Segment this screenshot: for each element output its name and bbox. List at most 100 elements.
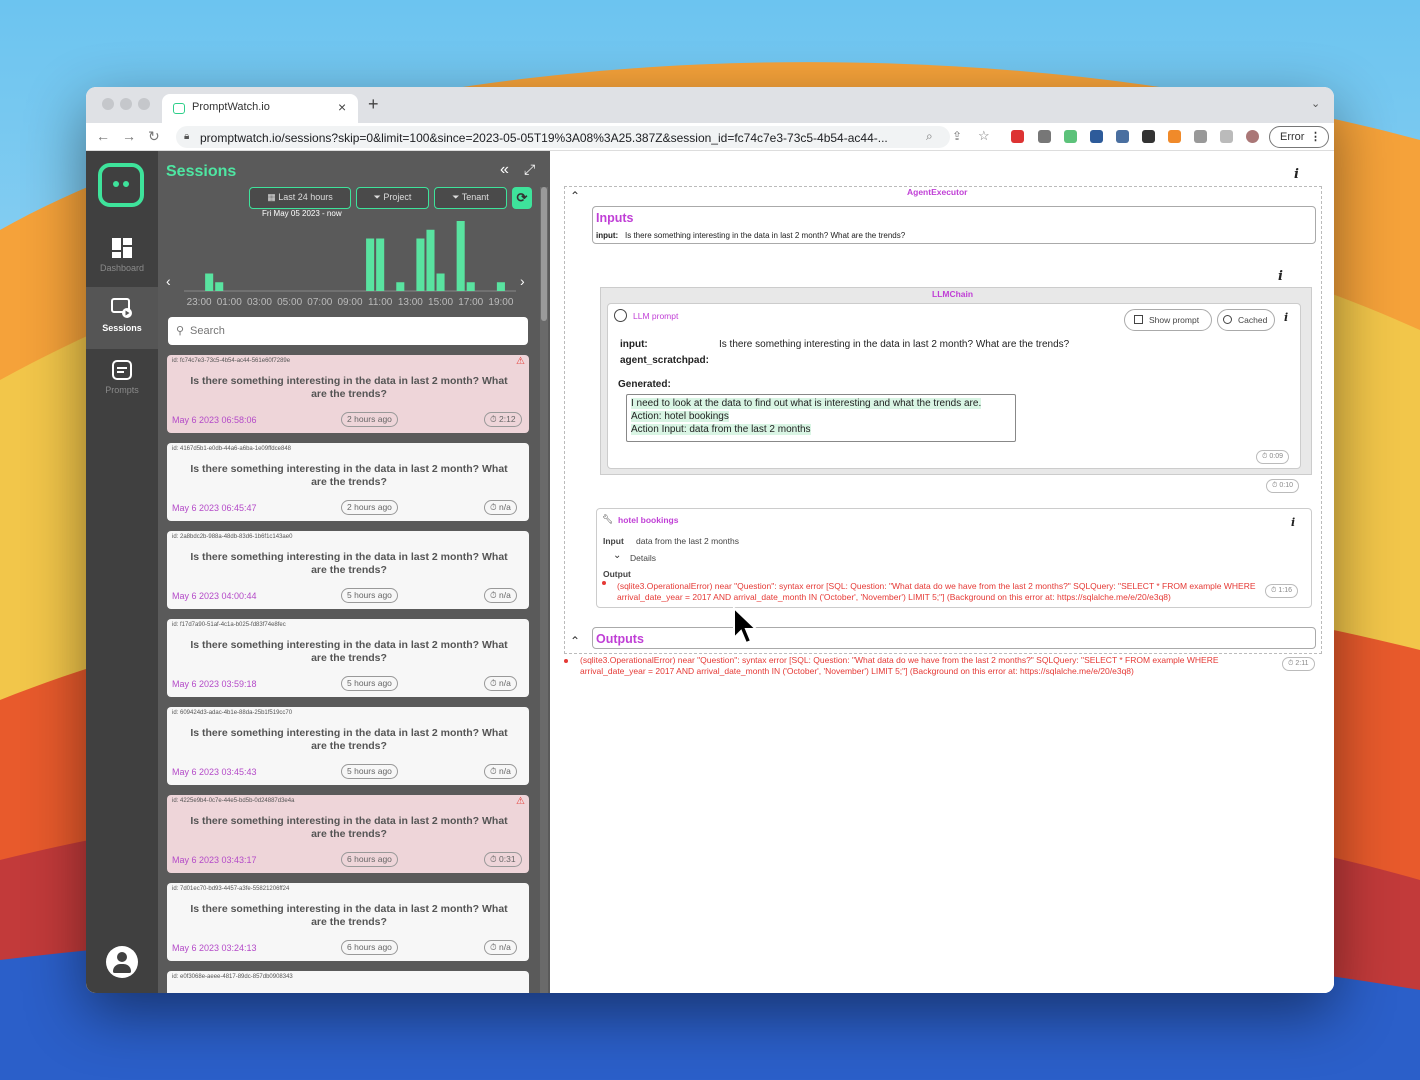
session-duration-badge: ⏱ n/a <box>484 764 517 779</box>
close-tab-icon[interactable]: × <box>338 99 346 115</box>
sidebar-toggle-icon[interactable] <box>1220 130 1233 143</box>
collapse-chevron-icon[interactable]: ⌃ <box>570 189 580 203</box>
maximize-window-button[interactable] <box>138 98 150 110</box>
session-duration-badge: ⏱ n/a <box>484 940 517 955</box>
session-card[interactable]: id: f17d7a90-51af-4c1a-b025-fd83f74e8fec… <box>167 619 529 697</box>
profile-avatar[interactable] <box>1246 130 1259 143</box>
close-window-button[interactable] <box>102 98 114 110</box>
dashboard-icon <box>112 238 132 258</box>
screenshot-icon[interactable] <box>1116 130 1129 143</box>
grid-icon[interactable] <box>1142 130 1155 143</box>
session-card[interactable]: id: 4225e9b4-0c7e-44e5-bd5b-0d24887d3e4a… <box>167 795 529 873</box>
session-duration-badge: ⏱ n/a <box>484 500 517 515</box>
session-card[interactable]: id: 4167d5b1-e0db-44a6-a6ba-1e09ffdce848… <box>167 443 529 521</box>
address-bar[interactable]: 🔒︎ promptwatch.io/sessions?skip=0&limit=… <box>176 126 950 148</box>
inputs-box: Inputs input: Is there something interes… <box>592 206 1316 244</box>
time-range-filter[interactable]: ▦ Last 24 hours <box>249 187 351 209</box>
session-date: May 6 2023 03:59:18 <box>172 679 257 689</box>
collapse-panel-icon[interactable]: « <box>500 161 509 179</box>
rail-item-sessions[interactable]: Sessions <box>86 287 158 349</box>
share-icon[interactable]: ⇪ <box>952 129 962 143</box>
tool-card: 🔧︎ hotel bookings i Input data from the … <box>596 508 1312 608</box>
tenant-filter[interactable]: ⏷ Tenant <box>434 187 507 209</box>
duration-text: 1:16 <box>1278 587 1293 594</box>
session-list-scrollbar[interactable] <box>540 187 548 993</box>
duration-text: n/a <box>499 942 511 952</box>
session-question: Is there something interesting in the da… <box>190 463 508 488</box>
info-icon[interactable]: i <box>1284 311 1288 324</box>
sessions-histogram[interactable]: 23:00 01:00 03:00 05:00 07:00 09:00 11:00 13:00… <box>180 217 520 313</box>
timer-icon: ⏱ <box>490 766 499 776</box>
session-id: id: fc74c7e3-73c5-4b54-ac44-561e60f7289e <box>172 358 291 364</box>
session-card[interactable]: id: fc74c7e3-73c5-4b54-ac44-561e60f7289e… <box>167 355 529 433</box>
field-key: input: <box>620 339 648 350</box>
session-question: Is there something interesting in the da… <box>190 727 508 752</box>
session-card[interactable]: id: e0f3068e-aeee-4817-89dc-857db0908343 <box>167 971 529 993</box>
refresh-button[interactable]: ⟳ <box>512 187 532 209</box>
tab-list-chevron-icon[interactable]: ⌄ <box>1311 97 1320 110</box>
field-value: Is there something interesting in the da… <box>719 339 1070 350</box>
kebab-menu-icon[interactable]: ⋮ <box>1310 130 1321 143</box>
reload-icon[interactable]: ↻ <box>148 128 160 145</box>
session-card[interactable]: id: 609424d3-adac-4b1e-88da-25b1f519cc70… <box>167 707 529 785</box>
histogram-prev-icon[interactable]: ‹ <box>166 273 171 289</box>
new-tab-icon[interactable]: + <box>368 94 379 115</box>
browser-error-button[interactable]: Error ⋮ <box>1269 126 1329 148</box>
navigation-bar: ← → ↻ 🔒︎ promptwatch.io/sessions?skip=0&… <box>86 123 1334 151</box>
session-card[interactable]: id: 7d01ec70-bd93-4457-a3fe-55821206ff24… <box>167 883 529 961</box>
generated-line: Action: hotel bookings <box>631 411 729 422</box>
duration-text: 0:10 <box>1279 482 1294 489</box>
session-ago-badge: 5 hours ago <box>341 764 398 779</box>
session-ago-badge: 6 hours ago <box>341 852 398 867</box>
checklist-icon[interactable] <box>1064 130 1077 143</box>
bookmark-star-icon[interactable]: ☆ <box>978 128 990 144</box>
react-icon[interactable] <box>1090 130 1103 143</box>
camera-icon[interactable] <box>1038 130 1051 143</box>
output-label: Output <box>603 569 631 579</box>
histogram-bar[interactable] <box>376 238 385 292</box>
back-icon[interactable]: ← <box>96 128 110 144</box>
histogram-next-icon[interactable]: › <box>520 273 525 289</box>
histogram-bar[interactable] <box>436 273 445 292</box>
generated-output: I need to look at the data to find out w… <box>626 394 1016 442</box>
info-icon[interactable]: i <box>1291 516 1295 529</box>
promptwatch-logo[interactable] <box>98 163 144 207</box>
session-card[interactable]: id: 2a8bdc2b-988a-48db-83d6-1b6f1c143ae0… <box>167 531 529 609</box>
collapse-chevron-icon[interactable]: ⌃ <box>570 634 580 648</box>
details-chevron-icon[interactable]: ⌄ <box>613 550 621 561</box>
tab-bar: PromptWatch.io × + ⌄ <box>86 87 1334 123</box>
expand-icon[interactable]: ⤢ <box>524 161 535 178</box>
session-date: May 6 2023 04:00:44 <box>172 591 257 601</box>
agent-executor-tag: AgentExecutor <box>907 187 968 197</box>
details-toggle[interactable]: Details <box>630 553 656 563</box>
project-filter[interactable]: ⏷ Project <box>356 187 429 209</box>
histogram-bar[interactable] <box>496 282 505 291</box>
sessions-icon <box>111 298 132 318</box>
histogram-bar[interactable] <box>366 238 375 292</box>
histogram-bar[interactable] <box>205 273 214 292</box>
search-input[interactable] <box>190 322 520 340</box>
session-question: Is there something interesting in the da… <box>190 903 508 928</box>
rail-item-prompts[interactable]: Prompts <box>86 359 158 417</box>
info-icon[interactable]: i <box>1294 167 1299 182</box>
histogram-bar[interactable] <box>456 221 465 291</box>
session-id: id: 2a8bdc2b-988a-48db-83d6-1b6f1c143ae0 <box>172 534 293 540</box>
browser-tab[interactable]: PromptWatch.io × <box>162 94 358 123</box>
histogram-bar[interactable] <box>426 229 435 291</box>
user-avatar-icon[interactable] <box>106 946 138 978</box>
minimize-window-button[interactable] <box>120 98 132 110</box>
duration-text: n/a <box>499 502 511 512</box>
histogram-bar[interactable] <box>215 282 224 291</box>
histogram-bar[interactable] <box>416 238 425 292</box>
extension-icon[interactable] <box>1011 130 1024 143</box>
sessions-title: Sessions <box>166 163 237 180</box>
forward-icon[interactable]: → <box>122 128 136 144</box>
histogram-bar[interactable] <box>466 282 475 291</box>
pen-icon[interactable] <box>1168 130 1181 143</box>
zoom-icon[interactable]: ⌕ <box>926 129 933 144</box>
info-icon[interactable]: i <box>1278 269 1283 284</box>
search-box: ⚲ <box>168 317 528 345</box>
histogram-bar[interactable] <box>396 282 405 291</box>
session-id: id: f17d7a90-51af-4c1a-b025-fd83f74e8fec <box>172 622 286 628</box>
puzzle-icon[interactable] <box>1194 130 1207 143</box>
